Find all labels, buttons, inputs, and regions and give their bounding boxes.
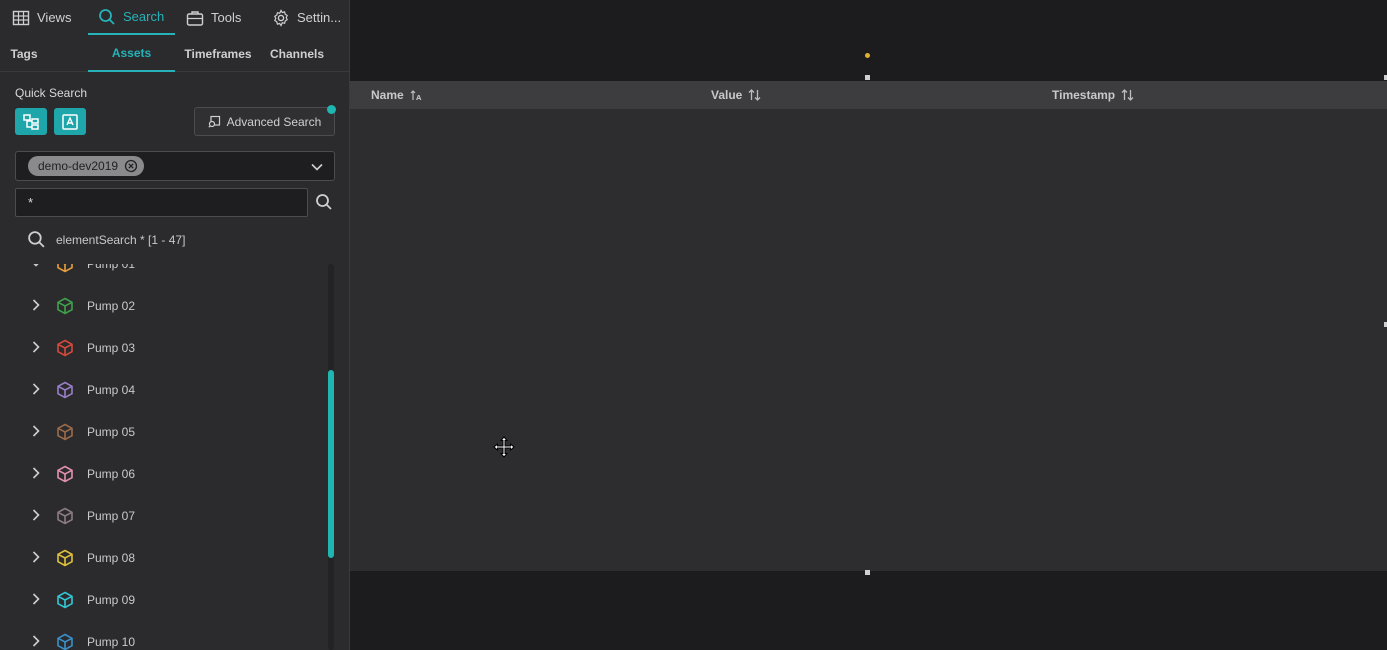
chevron-right-icon[interactable] bbox=[29, 466, 43, 480]
sort-asc-icon[interactable]: A bbox=[410, 89, 423, 101]
tree-item-label: Pump 10 bbox=[87, 635, 136, 649]
tab-tags[interactable]: Tags bbox=[0, 35, 48, 72]
tree-item-label: Pump 04 bbox=[87, 383, 136, 397]
attribute-icon bbox=[62, 113, 78, 130]
chevron-right-icon[interactable] bbox=[29, 592, 43, 606]
resize-handle-bottom[interactable] bbox=[865, 570, 870, 575]
tree-item[interactable]: Pump 10 bbox=[0, 621, 336, 650]
tree-item[interactable]: Pump 09 bbox=[0, 579, 336, 621]
svg-text:A: A bbox=[416, 94, 422, 101]
asset-tree: Pump 01 Pump 02 Pump 03 Pump 04 Pump 05 Pump … bbox=[0, 264, 336, 650]
server-chip-label: demo-dev2019 bbox=[38, 159, 119, 173]
tab-settings[interactable]: Settin... bbox=[272, 0, 342, 35]
advanced-search-button[interactable]: Advanced Search bbox=[194, 107, 335, 136]
search-submit-icon[interactable] bbox=[315, 193, 333, 211]
column-timestamp-label: Timestamp bbox=[1052, 88, 1116, 102]
asset-cube-icon bbox=[57, 507, 73, 525]
table-header: Name A Value Timestamp bbox=[350, 81, 1387, 109]
tab-search[interactable]: Search bbox=[88, 0, 175, 35]
chevron-right-icon[interactable] bbox=[29, 508, 43, 522]
asset-cube-icon bbox=[57, 633, 73, 650]
search-input[interactable] bbox=[15, 188, 308, 217]
top-nav: Views Search Tools Settin... bbox=[0, 0, 350, 35]
asset-cube-icon bbox=[57, 339, 73, 357]
table-panel: Name A Value Timestamp bbox=[350, 81, 1387, 571]
tree-item-label: Pump 08 bbox=[87, 551, 136, 565]
grid-icon bbox=[12, 10, 30, 25]
sort-icon[interactable] bbox=[1121, 89, 1134, 101]
server-chip: demo-dev2019 bbox=[28, 156, 145, 176]
column-header-name[interactable]: Name A bbox=[371, 88, 423, 102]
tab-views[interactable]: Views bbox=[12, 0, 72, 35]
search-icon bbox=[99, 8, 115, 25]
asset-cube-icon bbox=[57, 465, 73, 483]
tree-item[interactable]: Pump 06 bbox=[0, 453, 336, 495]
move-cursor-icon bbox=[493, 436, 515, 458]
hierarchy-search-button[interactable] bbox=[15, 108, 47, 135]
tab-assets[interactable]: Assets bbox=[88, 35, 175, 72]
asset-cube-icon bbox=[57, 549, 73, 567]
tab-channels[interactable]: Channels bbox=[266, 35, 328, 72]
chevron-right-icon[interactable] bbox=[29, 382, 43, 396]
tab-tools-label: Tools bbox=[211, 10, 242, 25]
tree-item-label: Pump 07 bbox=[87, 509, 136, 523]
tab-settings-label: Settin... bbox=[297, 10, 342, 25]
tree-item-label: Pump 01 bbox=[87, 264, 136, 271]
sort-icon[interactable] bbox=[748, 89, 761, 101]
column-value-label: Value bbox=[711, 88, 743, 102]
remove-chip-icon[interactable] bbox=[124, 159, 138, 173]
sub-nav: Tags Assets Timeframes Channels bbox=[0, 35, 350, 72]
chevron-down-icon[interactable] bbox=[310, 160, 324, 174]
tree-item[interactable]: Pump 05 bbox=[0, 411, 336, 453]
tab-tools[interactable]: Tools bbox=[186, 0, 246, 35]
chevron-right-icon[interactable] bbox=[29, 634, 43, 648]
tree-item[interactable]: Pump 01 bbox=[0, 264, 336, 285]
advanced-search-label: Advanced Search bbox=[226, 114, 322, 129]
tree-item-label: Pump 03 bbox=[87, 341, 136, 355]
notification-dot bbox=[327, 105, 336, 114]
tree-item-label: Pump 06 bbox=[87, 467, 136, 481]
status-dot bbox=[865, 53, 870, 58]
column-header-value[interactable]: Value bbox=[711, 88, 761, 102]
chevron-right-icon[interactable] bbox=[29, 550, 43, 564]
chevron-right-icon[interactable] bbox=[29, 424, 43, 438]
chevron-down-icon[interactable] bbox=[29, 264, 43, 270]
tab-search-label: Search bbox=[123, 9, 165, 24]
attribute-search-button[interactable] bbox=[54, 108, 86, 135]
asset-cube-icon bbox=[57, 264, 73, 273]
results-text: elementSearch * [1 - 47] bbox=[56, 232, 186, 247]
tree-item-label: Pump 02 bbox=[87, 299, 136, 313]
advanced-search-icon bbox=[208, 115, 220, 128]
tree-item[interactable]: Pump 02 bbox=[0, 285, 336, 327]
chevron-right-icon[interactable] bbox=[29, 340, 43, 354]
tree-item-label: Pump 05 bbox=[87, 425, 136, 439]
tab-timeframes[interactable]: Timeframes bbox=[180, 35, 256, 72]
tree-item[interactable]: Pump 08 bbox=[0, 537, 336, 579]
toolbox-icon bbox=[186, 10, 204, 26]
quick-search-label: Quick Search bbox=[15, 86, 88, 100]
asset-tree-list: Pump 01 Pump 02 Pump 03 Pump 04 Pump 05 Pump … bbox=[0, 264, 336, 650]
asset-cube-icon bbox=[57, 423, 73, 441]
tree-item[interactable]: Pump 04 bbox=[0, 369, 336, 411]
server-select[interactable]: demo-dev2019 bbox=[15, 151, 335, 181]
search-results-summary: elementSearch * [1 - 47] bbox=[27, 230, 185, 249]
column-header-timestamp[interactable]: Timestamp bbox=[1052, 88, 1134, 102]
hierarchy-icon bbox=[23, 113, 39, 130]
tree-item-label: Pump 09 bbox=[87, 593, 136, 607]
column-name-label: Name bbox=[371, 88, 404, 102]
asset-cube-icon bbox=[57, 297, 73, 315]
search-icon bbox=[28, 231, 45, 248]
asset-cube-icon bbox=[57, 591, 73, 609]
resize-handle-top[interactable] bbox=[865, 75, 870, 80]
sidebar: Views Search Tools Settin... Tags Assets… bbox=[0, 0, 350, 650]
tab-views-label: Views bbox=[37, 10, 72, 25]
asset-cube-icon bbox=[57, 381, 73, 399]
scrollbar-thumb[interactable] bbox=[328, 370, 334, 558]
gear-icon bbox=[274, 8, 288, 27]
chevron-right-icon[interactable] bbox=[29, 298, 43, 312]
tree-item[interactable]: Pump 07 bbox=[0, 495, 336, 537]
tree-item[interactable]: Pump 03 bbox=[0, 327, 336, 369]
